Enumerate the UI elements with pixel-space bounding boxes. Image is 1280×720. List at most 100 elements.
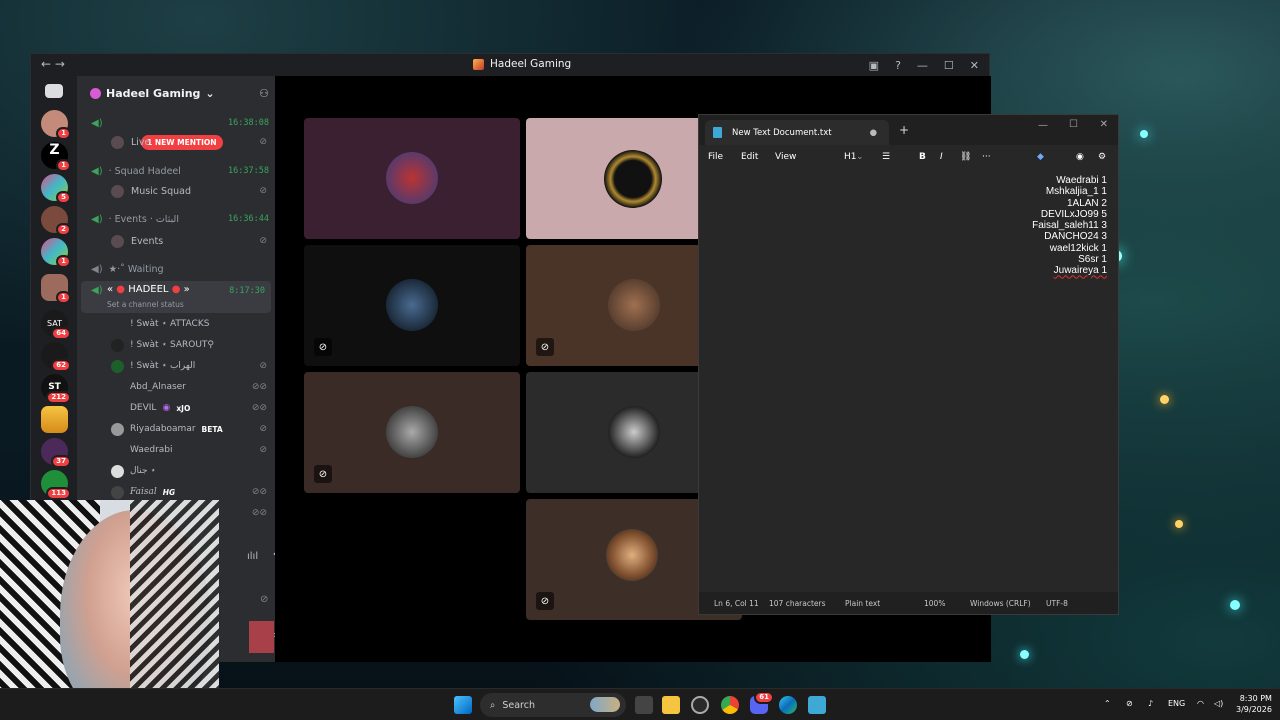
speaker-icon: ◀) xyxy=(91,165,103,177)
server-icon-2[interactable]: Z1 xyxy=(41,142,71,172)
network-off-icon[interactable]: ⊘ xyxy=(1126,699,1133,708)
edge-icon[interactable] xyxy=(779,696,797,714)
camera-off-icon: ⊘ xyxy=(314,465,332,483)
firefly xyxy=(1020,650,1029,659)
discord-titlebar: ← → Hadeel Gaming ▣ ? — ☐ ✕ xyxy=(31,54,989,76)
menu-file[interactable]: File xyxy=(708,152,723,162)
search-box[interactable]: ⌕ Search xyxy=(480,693,626,717)
participant-tile[interactable]: ⊘ xyxy=(304,372,520,493)
obs-icon[interactable] xyxy=(691,696,709,714)
server-icon-hadeel[interactable]: 1 xyxy=(41,274,71,304)
firefly xyxy=(1230,600,1240,610)
clock[interactable]: 8:30 PM 3/9/2026 xyxy=(1236,693,1272,715)
server-icon-9[interactable]: ST 212 xyxy=(41,374,71,404)
sub-channel-events[interactable]: Events ⊘ xyxy=(77,233,275,249)
participant-tile[interactable] xyxy=(304,118,520,239)
participant-tile[interactable]: ⊘ xyxy=(304,245,520,366)
muted-icon: ⊘ xyxy=(259,361,267,371)
menu-view[interactable]: View xyxy=(775,152,796,162)
sub-channel-live[interactable]: Live ⊘ xyxy=(77,134,275,150)
server-icon-3[interactable]: 5 xyxy=(41,174,71,204)
language-indicator[interactable]: ENG xyxy=(1168,699,1185,708)
wifi-icon[interactable]: ◠ xyxy=(1197,699,1204,708)
server-icon-8[interactable]: 62 xyxy=(41,342,71,372)
close-button[interactable]: ✕ xyxy=(1100,119,1108,130)
participant-avatar xyxy=(604,150,662,208)
member-row[interactable]: Abd_Alnaser ⊘⊘ xyxy=(77,377,275,397)
maximize-button[interactable]: ☐ xyxy=(944,59,954,72)
soundboard-icon[interactable]: ⊘ xyxy=(260,594,268,605)
participant-avatar xyxy=(386,279,438,331)
italic-icon[interactable]: I xyxy=(940,152,943,162)
voice-channel-squad[interactable]: ◀) · Squad Hadeel 16:37:58 xyxy=(77,162,275,180)
account-icon[interactable]: ◉ xyxy=(1076,152,1084,162)
notepad-editor[interactable]: Waedrabi 1 Mshkaljia_1 1 1ALAN 2 DEVILxJ… xyxy=(1032,175,1107,277)
menu-edit[interactable]: Edit xyxy=(741,152,758,162)
member-row[interactable]: DEVIL ◉ xJO ⊘⊘ xyxy=(77,398,275,418)
member-row[interactable]: ! Swàt ⋆ ATTACKS xyxy=(77,314,275,334)
volume-icon[interactable]: ◁) xyxy=(1214,699,1223,708)
server-icon-11[interactable]: 37 xyxy=(41,438,71,468)
server-icon-10[interactable] xyxy=(41,406,68,433)
discord-home-icon[interactable] xyxy=(45,84,63,98)
server-header[interactable]: Hadeel Gaming ⌄ ⚇ xyxy=(77,76,275,110)
settings-gear-icon[interactable]: ⚙ xyxy=(1098,152,1106,162)
voice-channel-live[interactable]: ◀) 16:38:08 xyxy=(77,114,275,132)
maximize-button[interactable]: ☐ xyxy=(1069,119,1078,130)
inbox-icon[interactable]: ▣ xyxy=(869,59,879,72)
discord-icon[interactable]: 61 xyxy=(750,691,774,714)
link-icon[interactable]: ⛓ xyxy=(960,152,971,162)
close-button[interactable]: ✕ xyxy=(970,59,979,72)
window-controls: ▣ ? — ☐ ✕ xyxy=(869,54,989,76)
member-row[interactable]: Riyadaboamar BETA ⊘ xyxy=(77,419,275,439)
speaker-icon: ◀) xyxy=(91,117,103,129)
start-button[interactable] xyxy=(454,696,472,714)
webcam-overlay xyxy=(0,500,219,720)
encoding[interactable]: UTF-8 xyxy=(1046,599,1068,608)
sub-channel-music[interactable]: Music Squad ⊘ xyxy=(77,183,275,199)
user-avatar xyxy=(111,359,124,373)
unsaved-dot-icon[interactable]: ● xyxy=(870,128,877,138)
server-icon-7[interactable]: SAT 64 xyxy=(41,310,71,340)
user-avatar xyxy=(111,184,124,198)
back-forward-arrows[interactable]: ← → xyxy=(41,57,65,71)
windows-taskbar: ⌕ Search 61 ⌃ ⊘ ♪ ENG ◠ ◁) 8:30 PM 3/9/2… xyxy=(0,688,1280,720)
file-explorer-icon[interactable] xyxy=(662,696,680,714)
copilot-icon[interactable]: ◆ xyxy=(1037,152,1044,162)
voice-activity-icon[interactable]: ılıl xyxy=(247,551,258,562)
minimize-button[interactable]: — xyxy=(917,59,928,72)
member-row[interactable]: جنال ⋆ xyxy=(77,461,275,481)
member-row[interactable]: ! Swàt ⋆ SAROUT⚲ xyxy=(77,335,275,355)
notepad-window: New Text Document.txt ● + — ☐ ✕ File Edi… xyxy=(698,114,1119,615)
list-icon[interactable]: ☰ xyxy=(882,152,890,162)
server-icon-4[interactable]: 2 xyxy=(41,206,71,236)
task-view-icon[interactable] xyxy=(635,696,653,714)
server-icon-1[interactable]: 1 xyxy=(41,110,71,140)
voice-channel-events[interactable]: ◀) · Events · البثات 16:36:44 xyxy=(77,210,275,228)
heading-dropdown[interactable]: H1 xyxy=(844,152,857,162)
text-mode[interactable]: Plain text xyxy=(845,599,880,608)
minimize-button[interactable]: — xyxy=(1038,120,1048,131)
member-row[interactable]: Waedrabi ⊘ xyxy=(77,440,275,460)
add-member-icon[interactable]: ⚇ xyxy=(259,87,269,100)
microphone-icon[interactable]: ♪ xyxy=(1148,699,1153,708)
member-row[interactable]: ! Swàt ⋆ الهراب ⊘ xyxy=(77,356,275,376)
new-tab-button[interactable]: + xyxy=(899,123,909,137)
line-ending[interactable]: Windows (CRLF) xyxy=(970,599,1031,608)
bold-icon[interactable]: B xyxy=(919,152,926,162)
channel-name: HADEEL xyxy=(128,284,169,295)
help-icon[interactable]: ? xyxy=(895,59,901,72)
notepad-icon[interactable] xyxy=(808,696,826,714)
tab-new-text-document[interactable]: New Text Document.txt ● xyxy=(705,120,889,145)
channel-status[interactable]: Set a channel status xyxy=(107,300,184,309)
chrome-icon[interactable] xyxy=(721,696,739,714)
server-icon-5[interactable]: 1 xyxy=(41,238,71,268)
chevron-up-icon[interactable]: ⌃ xyxy=(1104,699,1111,708)
keffiyeh-pattern xyxy=(130,500,219,720)
voice-channel-waiting[interactable]: ◀) ★·˚ Waiting xyxy=(77,260,275,278)
server-icon-12[interactable]: 113 xyxy=(41,470,71,500)
voice-channel-hadeel-active[interactable]: ◀) « ● HADEEL ● » 8:17:30 Set a channel … xyxy=(81,281,271,313)
zoom-level[interactable]: 100% xyxy=(924,599,945,608)
more-icon[interactable]: ··· xyxy=(982,152,991,162)
member-row[interactable]: Faisal HG ⊘⊘ xyxy=(77,482,275,502)
